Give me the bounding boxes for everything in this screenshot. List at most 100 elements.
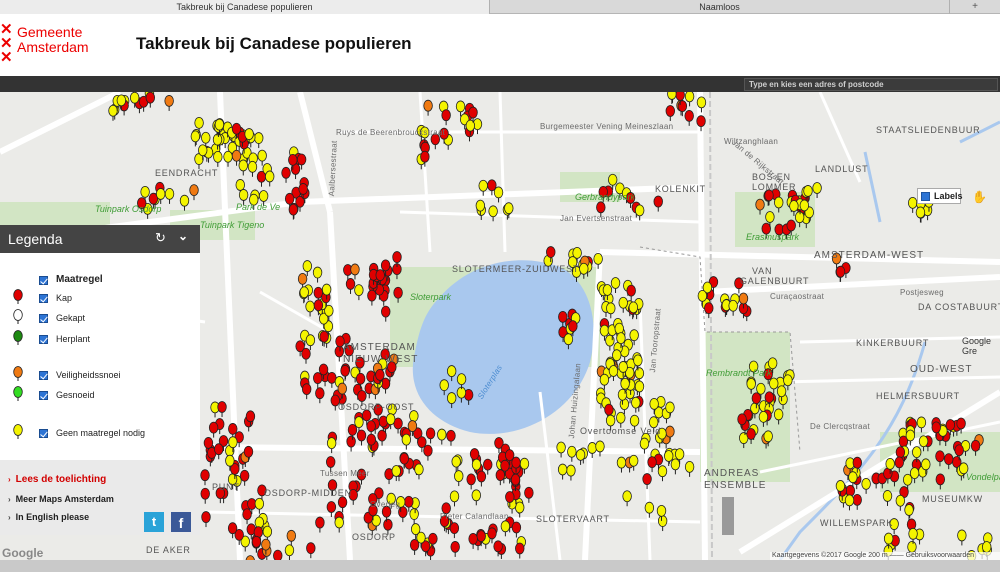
tree-marker[interactable]: [622, 490, 632, 507]
new-tab-icon[interactable]: +: [950, 0, 1000, 14]
tree-marker[interactable]: [696, 115, 706, 132]
tree-marker[interactable]: [201, 511, 211, 528]
gemeente-amsterdam-logo[interactable]: ✕ ✕ ✕ Gemeente Amsterdam: [0, 22, 110, 76]
tree-marker[interactable]: [619, 398, 630, 415]
tree-marker[interactable]: [556, 441, 566, 458]
tree-marker[interactable]: [164, 187, 175, 204]
tree-marker[interactable]: [488, 205, 498, 222]
tree-marker[interactable]: [684, 460, 695, 477]
tree-marker[interactable]: [439, 379, 449, 396]
tree-marker[interactable]: [108, 104, 118, 121]
tree-marker[interactable]: [223, 150, 233, 167]
tree-marker[interactable]: [450, 541, 460, 557]
tree-marker[interactable]: [449, 522, 460, 539]
tree-marker[interactable]: [315, 516, 325, 533]
tree-marker[interactable]: [326, 437, 337, 454]
tree-marker[interactable]: [437, 428, 447, 445]
tree-marker[interactable]: [393, 286, 403, 303]
tree-marker[interactable]: [354, 284, 364, 301]
tree-marker[interactable]: [634, 204, 645, 221]
tree-marker[interactable]: [769, 377, 779, 394]
tree-marker[interactable]: [495, 469, 506, 486]
tree-marker[interactable]: [214, 443, 224, 460]
tree-marker[interactable]: [774, 196, 784, 213]
tree-marker[interactable]: [704, 302, 714, 319]
tree-marker[interactable]: [599, 373, 610, 390]
tree-marker[interactable]: [409, 508, 419, 525]
tree-marker[interactable]: [337, 496, 348, 513]
labels-checkbox[interactable]: [921, 192, 930, 201]
tree-marker[interactable]: [425, 427, 436, 444]
tree-marker[interactable]: [301, 347, 311, 364]
tree-marker[interactable]: [315, 387, 325, 404]
tree-marker[interactable]: [242, 508, 252, 525]
tree-marker[interactable]: [773, 408, 784, 425]
tree-marker[interactable]: [852, 493, 862, 510]
pan-hand-icon[interactable]: ✋: [972, 190, 987, 204]
english-link[interactable]: › In English please: [8, 512, 89, 522]
tree-marker[interactable]: [628, 454, 639, 471]
tree-marker[interactable]: [593, 252, 603, 269]
tree-marker[interactable]: [684, 109, 694, 126]
legend-gekapt-checkbox[interactable]: [39, 314, 48, 323]
chevron-down-icon[interactable]: ⌄: [178, 229, 192, 245]
tree-marker[interactable]: [639, 437, 650, 454]
tree-marker[interactable]: [610, 277, 621, 294]
tree-marker[interactable]: [844, 494, 855, 511]
tree-marker[interactable]: [281, 166, 291, 183]
tree-marker[interactable]: [882, 490, 893, 506]
tree-marker[interactable]: [511, 521, 522, 538]
legend-header[interactable]: Legenda ↻ ⌄: [0, 225, 200, 253]
facebook-icon[interactable]: f: [171, 512, 191, 532]
tree-marker[interactable]: [350, 263, 360, 280]
tree-marker[interactable]: [446, 365, 457, 382]
tree-marker[interactable]: [456, 386, 467, 403]
tree-marker[interactable]: [213, 150, 223, 167]
tree-marker[interactable]: [634, 380, 645, 397]
tree-marker[interactable]: [164, 95, 174, 111]
tree-marker[interactable]: [915, 206, 926, 223]
tree-marker[interactable]: [895, 494, 906, 511]
tree-marker[interactable]: [471, 489, 481, 506]
legend-gesnoeid-checkbox[interactable]: [39, 391, 48, 400]
tree-marker[interactable]: [504, 202, 514, 219]
tree-marker[interactable]: [299, 286, 309, 303]
tree-marker[interactable]: [381, 305, 391, 322]
tree-marker[interactable]: [563, 333, 574, 350]
tree-marker[interactable]: [454, 470, 464, 487]
tree-marker[interactable]: [423, 444, 433, 461]
tree-marker[interactable]: [313, 372, 323, 389]
tree-marker[interactable]: [466, 473, 476, 490]
tree-marker[interactable]: [618, 296, 628, 313]
tree-marker[interactable]: [916, 416, 927, 433]
tree-marker[interactable]: [647, 456, 657, 473]
tree-marker[interactable]: [657, 465, 668, 482]
tree-marker[interactable]: [254, 132, 264, 149]
tree-marker[interactable]: [746, 377, 756, 394]
tree-marker[interactable]: [764, 189, 774, 206]
tree-marker[interactable]: [239, 469, 250, 486]
tree-marker[interactable]: [567, 445, 577, 462]
tree-marker[interactable]: [319, 330, 329, 347]
legend-veiligheidssnoei-checkbox[interactable]: [39, 371, 48, 380]
tree-marker[interactable]: [377, 429, 387, 446]
tree-marker[interactable]: [451, 455, 461, 472]
tree-marker[interactable]: [401, 433, 412, 450]
tree-marker[interactable]: [894, 456, 904, 473]
tree-marker[interactable]: [326, 501, 337, 517]
tree-marker[interactable]: [238, 159, 248, 176]
tree-marker[interactable]: [483, 458, 493, 475]
tree-marker[interactable]: [515, 542, 525, 559]
refresh-icon[interactable]: ↻: [155, 230, 169, 246]
lees-toelichting-link[interactable]: › Lees de toelichting: [8, 474, 106, 485]
tree-marker[interactable]: [273, 549, 283, 560]
tree-marker[interactable]: [944, 453, 954, 470]
tree-marker[interactable]: [500, 520, 511, 537]
tree-marker[interactable]: [346, 435, 356, 452]
tree-marker[interactable]: [200, 469, 210, 486]
tree-marker[interactable]: [327, 371, 337, 388]
tree-marker[interactable]: [446, 392, 457, 409]
tree-marker[interactable]: [657, 515, 668, 532]
tree-marker[interactable]: [476, 470, 487, 487]
tree-marker[interactable]: [605, 334, 615, 351]
